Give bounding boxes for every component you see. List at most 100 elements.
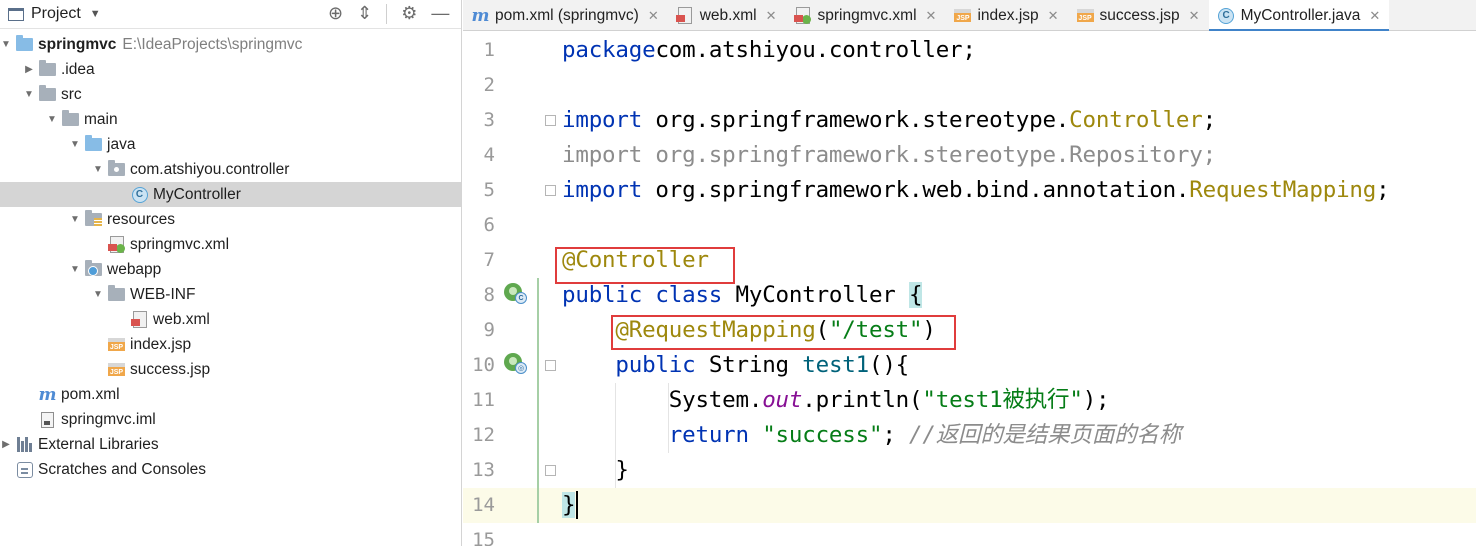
chevron-down-icon[interactable]: ▼ <box>92 164 104 175</box>
fold-marker-icon[interactable] <box>545 115 556 126</box>
code-text[interactable]: import org.springframework.stereotype.Co… <box>562 103 1216 138</box>
code-token: org.springframework.web.bind.annotation. <box>642 177 1190 203</box>
package-icon <box>108 160 125 178</box>
xml-icon <box>676 7 694 24</box>
file-shape <box>676 7 693 24</box>
tree-item-label: webapp <box>107 260 162 278</box>
tab-web-xml[interactable]: web.xml ✕ <box>668 0 786 31</box>
chevron-down-icon[interactable]: ▼ <box>23 89 35 100</box>
code-editor[interactable]: 1 packagecom.atshiyou.controller; 2 3 import… <box>463 31 1476 546</box>
folder-shape <box>16 35 33 51</box>
tab-mycontroller-java[interactable]: C MyController.java ✕ <box>1208 0 1390 32</box>
code-text[interactable]: import org.springframework.stereotype.Re… <box>562 138 1216 173</box>
close-icon[interactable]: ✕ <box>1048 8 1059 24</box>
tab-springmvc-xml[interactable]: springmvc.xml ✕ <box>786 0 946 31</box>
maven-icon: m <box>39 385 57 405</box>
close-icon[interactable]: ✕ <box>1189 8 1200 24</box>
code-token: } <box>562 492 576 518</box>
tree-item-success-jsp[interactable]: JSP success.jsp <box>0 357 461 382</box>
chevron-down-icon[interactable]: ▼ <box>92 289 104 300</box>
close-icon[interactable]: ✕ <box>1369 8 1380 24</box>
chevron-down-icon[interactable]: ▼ <box>0 39 12 50</box>
tab-label: springmvc.xml <box>817 6 917 24</box>
tree-item-springmvc[interactable]: ▼ springmvc E:\IdeaProjects\springmvc <box>0 32 461 57</box>
code-line: 15 <box>463 523 1476 546</box>
spring-request-mapping-icon[interactable]: ◎ <box>504 353 527 375</box>
web-folder-icon <box>85 260 102 278</box>
locate-icon[interactable]: ⊕ <box>328 3 343 24</box>
chevron-down-icon[interactable]: ▼ <box>46 114 58 125</box>
tree-item-springmvc-iml[interactable]: springmvc.iml <box>0 407 461 432</box>
code-text[interactable]: return "success"; //返回的是结果页面的名称 <box>562 418 1181 453</box>
line-number: 14 <box>472 494 495 516</box>
code-line: 10 public String test1(){ <box>463 348 1476 383</box>
libraries-glyph <box>17 437 32 452</box>
tree-item-mycontroller[interactable]: C MyController <box>0 182 461 207</box>
fold-marker-icon[interactable] <box>545 360 556 371</box>
code-text[interactable]: public String test1(){ <box>562 348 909 383</box>
folder-icon <box>62 110 79 128</box>
spring-xml-icon <box>107 236 125 253</box>
code-text[interactable]: import org.springframework.web.bind.anno… <box>562 173 1390 208</box>
code-token: //返回的是结果页面的名称 <box>909 422 1182 448</box>
tree-item-springmvc-xml[interactable]: springmvc.xml <box>0 232 461 257</box>
close-icon[interactable]: ✕ <box>926 8 937 24</box>
toolbar-divider <box>386 3 388 24</box>
java-class-icon: C <box>1218 7 1235 24</box>
tree-item-label: com.atshiyou.controller <box>130 160 290 178</box>
folder-shape <box>85 135 102 151</box>
tree-item-pom-xml[interactable]: m pom.xml <box>0 382 461 407</box>
tree-item-index-jsp[interactable]: JSP index.jsp <box>0 332 461 357</box>
code-token: { <box>909 282 923 308</box>
tree-item-label: .idea <box>61 60 95 78</box>
tab-index-jsp[interactable]: JSP index.jsp ✕ <box>945 0 1067 31</box>
fold-marker-icon[interactable] <box>545 465 556 476</box>
tree-item-external-libraries[interactable]: ▶ External Libraries <box>0 432 461 457</box>
chevron-down-icon[interactable]: ▼ <box>90 8 101 20</box>
project-header[interactable]: Project ▼ ⊕ ⇕ ⚙ — <box>0 0 461 29</box>
code-text[interactable]: System.out.println("test1被执行"); <box>562 383 1110 418</box>
chevron-right-icon[interactable]: ▶ <box>0 439 12 450</box>
fold-marker-icon[interactable] <box>545 185 556 196</box>
iml-icon <box>39 411 56 428</box>
code-text[interactable]: } <box>562 453 629 488</box>
tree-item-webapp[interactable]: ▼ webapp <box>0 257 461 282</box>
hide-icon[interactable]: — <box>431 3 449 24</box>
chevron-down-icon[interactable]: ▼ <box>69 139 81 150</box>
jsp-icon: JSP <box>1076 7 1094 24</box>
gear-icon[interactable]: ⚙ <box>401 3 417 24</box>
code-text[interactable]: packagecom.atshiyou.controller; <box>562 33 976 68</box>
code-line: 5 import org.springframework.web.bind.ann… <box>463 173 1476 208</box>
code-text[interactable]: } <box>562 488 576 523</box>
module-path: E:\IdeaProjects\springmvc <box>122 35 303 53</box>
close-icon[interactable]: ✕ <box>648 8 659 24</box>
tab-success-jsp[interactable]: JSP success.jsp ✕ <box>1068 0 1209 31</box>
tree-item-scratches-and-consoles[interactable]: Scratches and Consoles <box>0 457 461 482</box>
tree-item-com-atshiyou-controller[interactable]: ▼ com.atshiyou.controller <box>0 157 461 182</box>
spring-bean-icon[interactable]: C <box>504 283 527 305</box>
tree-item-src[interactable]: ▼ src <box>0 82 461 107</box>
folder-icon <box>39 85 56 103</box>
tree-item-main[interactable]: ▼ main <box>0 107 461 132</box>
tree-item--idea[interactable]: ▶ .idea <box>0 57 461 82</box>
badge-shape: ◎ <box>515 362 527 374</box>
tree-item-java[interactable]: ▼ java <box>0 132 461 157</box>
tab-pom-xml-springmvc-[interactable]: m pom.xml (springmvc) ✕ <box>463 0 668 31</box>
close-icon[interactable]: ✕ <box>766 8 777 24</box>
file-shape <box>130 311 147 328</box>
file-shape <box>107 236 125 253</box>
line-number: 9 <box>483 319 495 341</box>
line-number: 8 <box>483 284 495 306</box>
chevron-right-icon[interactable]: ▶ <box>23 64 35 75</box>
tree-item-label: springmvc <box>38 35 117 53</box>
line-number: 10 <box>472 354 495 376</box>
folder-shape <box>108 285 125 301</box>
tree-item-resources[interactable]: ▼ resources <box>0 207 461 232</box>
collapse-all-icon[interactable]: ⇕ <box>357 3 372 24</box>
chevron-down-icon[interactable]: ▼ <box>69 264 81 275</box>
tree-item-web-xml[interactable]: web.xml <box>0 307 461 332</box>
tree-item-label: springmvc.iml <box>61 410 156 428</box>
tree-item-web-inf[interactable]: ▼ WEB-INF <box>0 282 461 307</box>
chevron-down-icon[interactable]: ▼ <box>69 214 81 225</box>
